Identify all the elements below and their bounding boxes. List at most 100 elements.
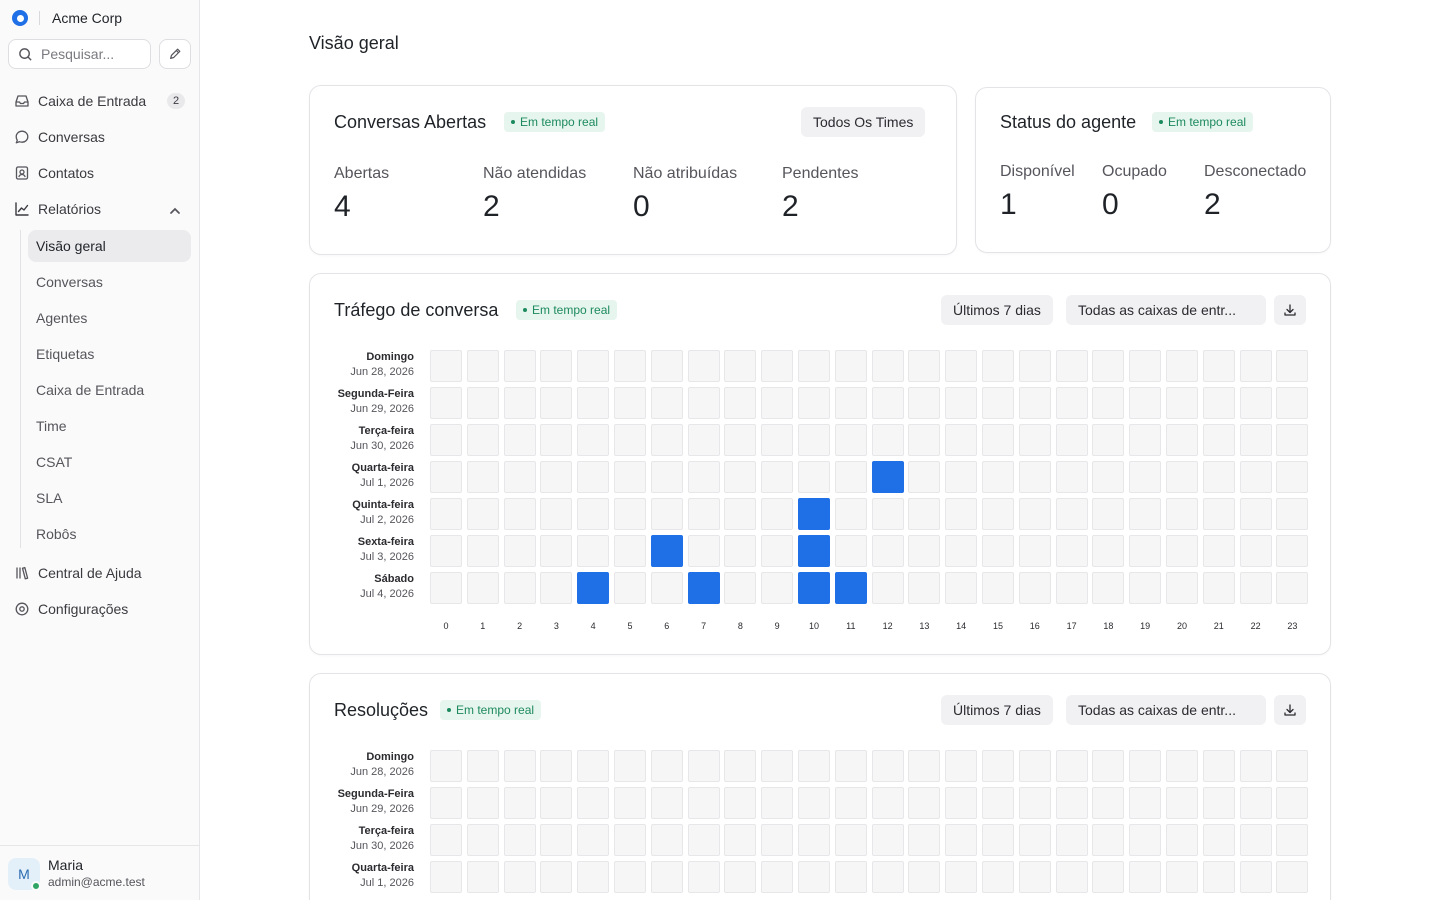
heatmap-cell[interactable] [1092, 387, 1125, 419]
heatmap-cell[interactable] [1276, 387, 1309, 419]
heatmap-cell[interactable] [761, 572, 794, 604]
heatmap-cell[interactable] [650, 824, 683, 856]
heatmap-cell[interactable] [503, 787, 536, 819]
heatmap-cell[interactable] [761, 787, 794, 819]
subnav-item-labels[interactable]: Etiquetas [28, 338, 191, 370]
heatmap-cell[interactable] [982, 350, 1014, 382]
heatmap-cell[interactable] [945, 350, 978, 382]
date-range-dropdown[interactable]: Últimos 7 dias [941, 695, 1053, 725]
heatmap-cell[interactable] [834, 861, 867, 893]
heatmap-cell[interactable] [982, 824, 1014, 856]
heatmap-cell[interactable] [798, 461, 830, 493]
heatmap-cell[interactable] [1129, 350, 1162, 382]
heatmap-cell[interactable] [430, 572, 462, 604]
heatmap-cell[interactable] [1202, 387, 1235, 419]
heatmap-cell[interactable] [614, 498, 646, 530]
heatmap-cell[interactable] [430, 424, 462, 456]
heatmap-cell[interactable] [466, 535, 499, 567]
heatmap-cell[interactable] [577, 424, 610, 456]
search-box[interactable] [8, 39, 151, 69]
heatmap-cell[interactable] [1239, 750, 1272, 782]
heatmap-cell[interactable] [834, 424, 867, 456]
heatmap-cell[interactable] [577, 387, 610, 419]
heatmap-cell[interactable] [540, 787, 573, 819]
heatmap-cell[interactable] [982, 387, 1014, 419]
heatmap-cell[interactable] [1055, 572, 1088, 604]
heatmap-cell[interactable] [466, 350, 499, 382]
heatmap-cell[interactable] [1202, 572, 1235, 604]
heatmap-cell[interactable] [1129, 861, 1162, 893]
heatmap-cell[interactable] [1018, 824, 1051, 856]
heatmap-cell[interactable] [1239, 350, 1272, 382]
heatmap-cell[interactable] [540, 535, 573, 567]
heatmap-cell[interactable] [945, 535, 978, 567]
subnav-item-sla[interactable]: SLA [28, 482, 191, 514]
heatmap-cell[interactable] [540, 461, 573, 493]
heatmap-cell[interactable] [761, 350, 794, 382]
heatmap-cell[interactable] [1202, 787, 1235, 819]
search-input[interactable] [41, 46, 141, 62]
subnav-item-conversations[interactable]: Conversas [28, 266, 191, 298]
heatmap-cell[interactable] [503, 461, 536, 493]
heatmap-cell[interactable] [761, 750, 794, 782]
heatmap-cell[interactable] [834, 750, 867, 782]
heatmap-cell[interactable] [834, 787, 867, 819]
heatmap-cell[interactable] [871, 861, 904, 893]
heatmap-cell[interactable] [650, 387, 683, 419]
heatmap-cell[interactable] [1055, 861, 1088, 893]
heatmap-cell[interactable] [614, 424, 646, 456]
heatmap-cell[interactable] [466, 387, 499, 419]
heatmap-cell[interactable] [945, 461, 978, 493]
nav-item-inbox[interactable]: Caixa de Entrada 2 [8, 86, 191, 116]
heatmap-cell[interactable] [1018, 498, 1051, 530]
heatmap-cell[interactable] [1276, 461, 1309, 493]
heatmap-cell[interactable] [687, 787, 720, 819]
heatmap-cell[interactable] [1055, 535, 1088, 567]
heatmap-cell[interactable] [687, 350, 720, 382]
heatmap-cell[interactable] [1018, 424, 1051, 456]
heatmap-cell[interactable] [687, 535, 720, 567]
heatmap-cell[interactable] [1055, 750, 1088, 782]
heatmap-cell[interactable] [945, 572, 978, 604]
heatmap-cell[interactable] [687, 387, 720, 419]
heatmap-cell[interactable] [1129, 498, 1162, 530]
heatmap-cell[interactable] [982, 424, 1014, 456]
heatmap-cell[interactable] [834, 572, 867, 604]
heatmap-cell[interactable] [1166, 461, 1198, 493]
heatmap-cell[interactable] [1055, 387, 1088, 419]
heatmap-cell[interactable] [1166, 824, 1198, 856]
heatmap-cell[interactable] [798, 424, 830, 456]
heatmap-cell[interactable] [1018, 387, 1051, 419]
heatmap-cell[interactable] [798, 824, 830, 856]
heatmap-cell[interactable] [761, 824, 794, 856]
heatmap-cell[interactable] [1055, 350, 1088, 382]
heatmap-cell[interactable] [1166, 861, 1198, 893]
heatmap-cell[interactable] [945, 498, 978, 530]
heatmap-cell[interactable] [1129, 424, 1162, 456]
nav-item-help-center[interactable]: Central de Ajuda [8, 558, 191, 588]
heatmap-cell[interactable] [1202, 498, 1235, 530]
heatmap-cell[interactable] [945, 787, 978, 819]
heatmap-cell[interactable] [430, 461, 462, 493]
heatmap-cell[interactable] [1018, 461, 1051, 493]
heatmap-cell[interactable] [540, 350, 573, 382]
heatmap-cell[interactable] [834, 350, 867, 382]
heatmap-cell[interactable] [430, 498, 462, 530]
heatmap-cell[interactable] [871, 498, 904, 530]
heatmap-cell[interactable] [1276, 498, 1309, 530]
download-button[interactable] [1274, 295, 1306, 325]
heatmap-cell[interactable] [430, 350, 462, 382]
heatmap-cell[interactable] [540, 424, 573, 456]
heatmap-cell[interactable] [687, 424, 720, 456]
heatmap-cell[interactable] [761, 498, 794, 530]
heatmap-cell[interactable] [466, 461, 499, 493]
heatmap-cell[interactable] [1202, 750, 1235, 782]
heatmap-cell[interactable] [1276, 750, 1309, 782]
heatmap-cell[interactable] [724, 424, 757, 456]
heatmap-cell[interactable] [650, 535, 683, 567]
subnav-item-inbox[interactable]: Caixa de Entrada [28, 374, 191, 406]
heatmap-cell[interactable] [1055, 498, 1088, 530]
heatmap-cell[interactable] [503, 572, 536, 604]
heatmap-cell[interactable] [1239, 461, 1272, 493]
heatmap-cell[interactable] [1018, 750, 1051, 782]
